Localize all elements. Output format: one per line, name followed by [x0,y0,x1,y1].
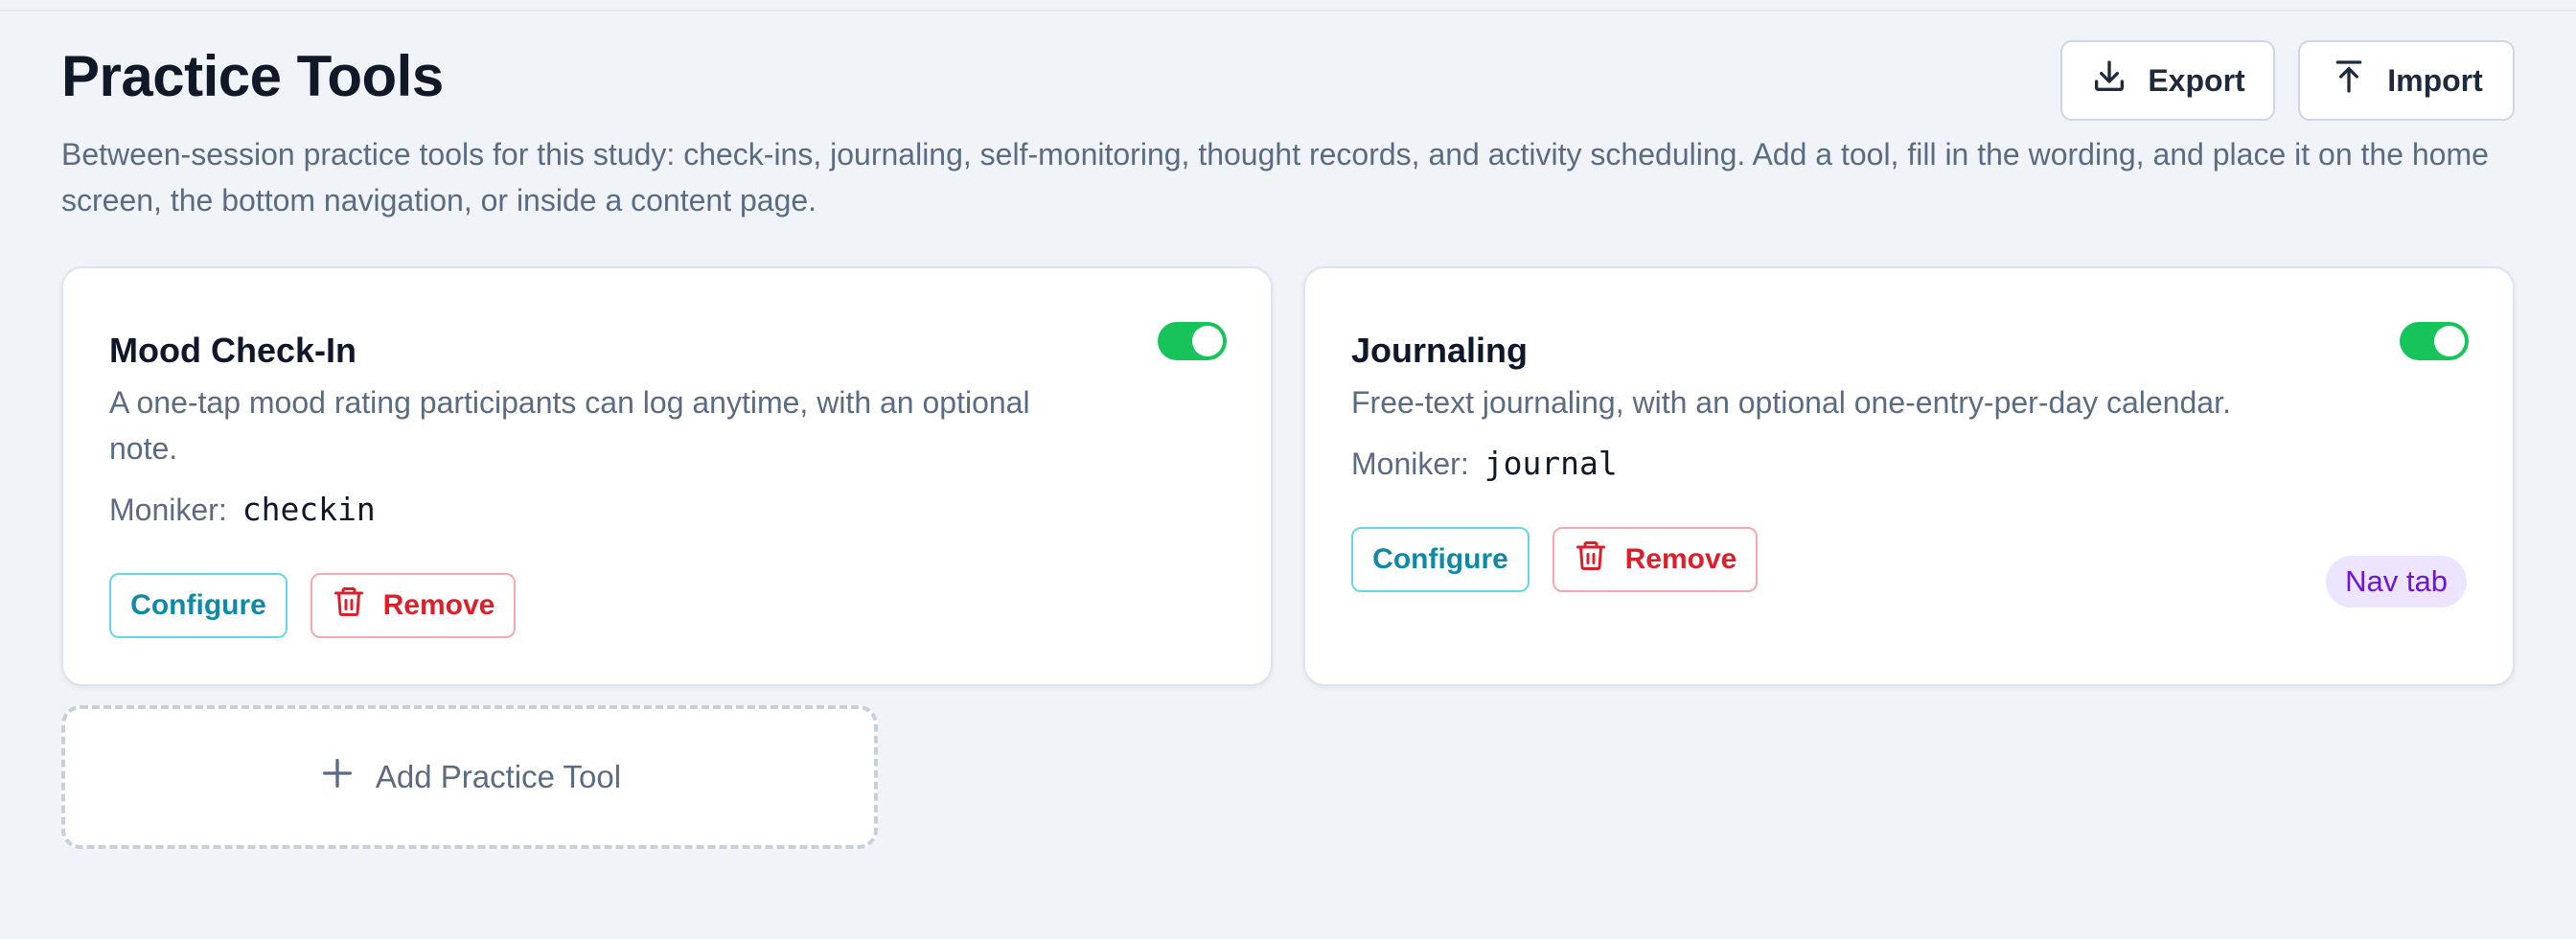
tool-description: Free-text journaling, with an optional o… [1351,385,2231,420]
import-button[interactable]: Import [2298,40,2515,121]
upload-icon [2330,57,2368,103]
tool-card-journaling: Journaling Free-text journaling, with an… [1303,266,2515,686]
remove-label: Remove [382,589,495,621]
download-icon [2090,57,2128,103]
trash-icon [1574,538,1608,581]
moniker-label: Moniker: [109,492,227,527]
add-tool-label: Add Practice Tool [375,759,622,794]
moniker-value: journal [1484,445,1618,482]
remove-label: Remove [1624,543,1737,575]
remove-button[interactable]: Remove [310,573,516,638]
plus-icon [318,754,356,800]
tool-title: Journaling [1351,331,1529,370]
moniker-value: checkin [242,491,376,528]
import-label: Import [2387,62,2483,98]
tool-enabled-toggle[interactable] [2400,322,2469,360]
remove-button[interactable]: Remove [1552,527,1758,592]
toggle-knob [1192,326,1223,356]
export-label: Export [2148,62,2245,98]
tool-title: Mood Check-In [109,331,356,370]
tool-moniker: Moniker: journal [1351,445,1618,482]
page-title: Practice Tools [61,44,444,108]
moniker-label: Moniker: [1351,447,1469,481]
page-description: Between-session practice tools for this … [61,137,2489,218]
placement-badge: Nav tab [2326,556,2467,607]
top-divider [0,0,2576,11]
tool-moniker: Moniker: checkin [109,491,376,528]
trash-icon [332,584,366,627]
export-button[interactable]: Export [2060,40,2275,121]
tool-description: A one-tap mood rating participants can l… [109,385,1030,466]
tool-card-mood-check-in: Mood Check-In A one-tap mood rating part… [61,266,1273,686]
configure-button[interactable]: Configure [109,573,288,638]
add-practice-tool-button[interactable]: Add Practice Tool [61,705,878,849]
configure-button[interactable]: Configure [1351,527,1530,592]
toggle-knob [2434,326,2465,356]
tool-enabled-toggle[interactable] [1158,322,1227,360]
